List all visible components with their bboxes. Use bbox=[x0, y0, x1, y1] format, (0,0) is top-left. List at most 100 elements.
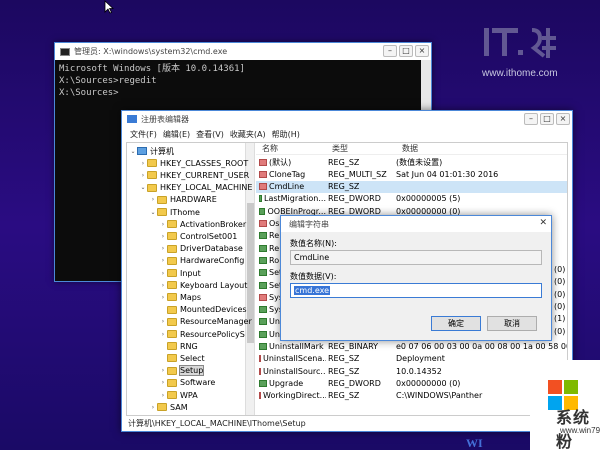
folder-icon bbox=[167, 232, 177, 241]
chevron-right-icon[interactable]: › bbox=[159, 379, 167, 386]
tree-item[interactable]: › SAM bbox=[149, 401, 188, 413]
tree-item[interactable]: MountedDevices bbox=[159, 304, 247, 316]
value-row[interactable]: WorkingDirect... REG_SZ C:\WINDOWS\Panther bbox=[256, 390, 567, 402]
tree-item-label: ControlSet001 bbox=[180, 231, 238, 241]
string-value-icon bbox=[259, 220, 267, 227]
cancel-button[interactable]: 取消 bbox=[487, 316, 537, 331]
tree-item[interactable]: › DriverDatabase bbox=[159, 243, 243, 255]
column-header-type[interactable]: 类型 bbox=[326, 143, 396, 154]
chevron-right-icon[interactable]: › bbox=[159, 270, 167, 277]
tree-item[interactable]: › ResourceManager bbox=[159, 316, 252, 328]
tree-item-label: ResourcePolicyS bbox=[180, 329, 245, 339]
folder-icon bbox=[167, 342, 177, 351]
chevron-right-icon[interactable]: › bbox=[159, 294, 167, 301]
tree-item[interactable]: › Keyboard Layout bbox=[159, 279, 248, 291]
close-icon[interactable]: ✕ bbox=[539, 218, 547, 228]
tree-item-label: HKEY_CURRENT_USER bbox=[160, 170, 250, 180]
chevron-down-icon[interactable]: ⌄ bbox=[139, 184, 147, 191]
value-row[interactable]: UninstallScena... REG_SZ Deployment bbox=[256, 353, 567, 365]
maximize-icon[interactable]: □ bbox=[540, 113, 554, 125]
side-value: (0) bbox=[554, 277, 566, 287]
folder-icon bbox=[167, 366, 177, 375]
ok-button[interactable]: 确定 bbox=[431, 316, 481, 331]
regedit-titlebar[interactable]: 注册表编辑器 – □ × bbox=[122, 111, 572, 127]
tree-item[interactable]: ⌄ HKEY_LOCAL_MACHINE bbox=[139, 182, 252, 194]
chevron-right-icon[interactable]: › bbox=[159, 245, 167, 252]
tree-item[interactable]: › Maps bbox=[159, 291, 201, 303]
value-row[interactable]: UninstallMark REG_BINARY e0 07 06 00 03 00… bbox=[256, 341, 567, 353]
chevron-right-icon[interactable]: › bbox=[159, 233, 167, 240]
string-value-icon bbox=[259, 170, 267, 178]
close-icon[interactable]: × bbox=[415, 45, 429, 57]
tree-item[interactable]: › ResourcePolicyS bbox=[159, 328, 245, 340]
value-type: REG_SZ bbox=[328, 182, 360, 192]
value-row[interactable]: (默认) REG_SZ (数值未设置) bbox=[256, 156, 567, 168]
tree-item[interactable]: › Input bbox=[159, 267, 201, 279]
folder-icon bbox=[167, 391, 177, 399]
tree-item-label: WPA bbox=[180, 390, 198, 400]
tree-item-label: Select bbox=[180, 353, 205, 363]
tree-item-label: Input bbox=[180, 268, 201, 278]
chevron-right-icon[interactable]: › bbox=[159, 367, 167, 374]
value-data-input[interactable]: cmd.exe bbox=[290, 283, 542, 298]
tree-item[interactable]: › HARDWARE bbox=[149, 194, 217, 206]
maximize-icon[interactable]: □ bbox=[399, 45, 413, 57]
value-row[interactable]: UninstallSourc... REG_SZ 10.0.14352 bbox=[256, 365, 567, 377]
column-header-name[interactable]: 名称 bbox=[256, 143, 326, 154]
menu-view[interactable]: 查看(V) bbox=[196, 129, 224, 140]
chevron-right-icon[interactable]: › bbox=[159, 392, 167, 399]
chevron-down-icon[interactable]: ⌄ bbox=[149, 209, 157, 216]
close-icon[interactable]: × bbox=[556, 113, 570, 125]
chevron-right-icon[interactable]: › bbox=[159, 221, 167, 228]
menu-edit[interactable]: 编辑(E) bbox=[163, 129, 190, 140]
tree-item[interactable]: › ControlSet001 bbox=[159, 230, 238, 242]
binary-value-icon bbox=[259, 195, 262, 203]
menu-help[interactable]: 帮助(H) bbox=[272, 129, 300, 140]
value-type: REG_SZ bbox=[328, 366, 360, 376]
value-type: REG_DWORD bbox=[328, 194, 381, 204]
value-name: Un bbox=[269, 317, 280, 327]
menu-favorites[interactable]: 收藏夹(A) bbox=[230, 129, 266, 140]
dialog-titlebar[interactable]: 编辑字符串 ✕ bbox=[281, 216, 551, 232]
tree-item[interactable]: Select bbox=[159, 352, 205, 364]
chevron-down-icon[interactable]: ⌄ bbox=[129, 148, 137, 155]
menu-file[interactable]: 文件(F) bbox=[130, 129, 157, 140]
chevron-right-icon[interactable]: › bbox=[159, 331, 167, 338]
minimize-icon[interactable]: – bbox=[524, 113, 538, 125]
tree-item-label: Maps bbox=[180, 292, 202, 302]
chevron-right-icon[interactable]: › bbox=[159, 257, 167, 264]
chevron-right-icon[interactable]: › bbox=[159, 318, 167, 325]
tree-item[interactable]: › Software bbox=[159, 377, 215, 389]
registry-tree[interactable]: ⌄ 计算机 › HKEY_CLASSES_ROOT › HKEY_CURRENT_USER… bbox=[127, 143, 255, 415]
tree-item[interactable]: ⌄ 计算机 bbox=[129, 145, 174, 157]
folder-icon bbox=[157, 195, 167, 204]
value-row[interactable]: LastMigration... REG_DWORD 0x00000005 (5) bbox=[256, 193, 567, 205]
tree-item[interactable]: › Setup bbox=[159, 365, 205, 377]
folder-icon bbox=[147, 183, 157, 192]
cmd-titlebar[interactable]: 管理员: X:\windows\system32\cmd.exe – □ × bbox=[55, 43, 431, 60]
value-row[interactable]: Upgrade REG_DWORD 0x00000000 (0) bbox=[256, 377, 567, 389]
tree-item[interactable]: ⌄ IThome bbox=[149, 206, 199, 218]
value-row[interactable]: CloneTag REG_MULTI_SZ Sat Jun 04 01:01:30 … bbox=[256, 168, 567, 180]
chevron-right-icon[interactable]: › bbox=[139, 172, 147, 179]
tree-item[interactable]: › HKEY_CLASSES_ROOT bbox=[139, 157, 248, 169]
tree-item[interactable]: › HKEY_CURRENT_USER bbox=[139, 169, 249, 181]
chevron-right-icon[interactable]: › bbox=[149, 404, 157, 411]
binary-value-icon bbox=[259, 343, 267, 350]
minimize-icon[interactable]: – bbox=[383, 45, 397, 57]
chevron-right-icon[interactable]: › bbox=[149, 196, 157, 203]
value-name: (默认) bbox=[269, 157, 292, 167]
value-row[interactable]: CmdLine REG_SZ bbox=[256, 180, 567, 193]
tree-item[interactable]: › WPA bbox=[159, 389, 198, 401]
column-header-data[interactable]: 数据 bbox=[396, 143, 418, 154]
edit-string-dialog[interactable]: 编辑字符串 ✕ 数值名称(N): CmdLine 数值数据(V): cmd.ex… bbox=[280, 215, 552, 341]
tree-item[interactable]: RNG bbox=[159, 340, 198, 352]
chevron-right-icon[interactable]: › bbox=[159, 282, 167, 289]
tree-item-label: RNG bbox=[180, 341, 198, 351]
value-name: Re bbox=[269, 243, 280, 253]
tree-item[interactable]: ›SECURITY bbox=[149, 413, 209, 416]
logo-url: www.win7999.com bbox=[560, 426, 600, 435]
tree-item[interactable]: › ActivationBroker bbox=[159, 218, 246, 230]
tree-item[interactable]: › HardwareConfig bbox=[159, 255, 245, 267]
chevron-right-icon[interactable]: › bbox=[139, 160, 147, 167]
